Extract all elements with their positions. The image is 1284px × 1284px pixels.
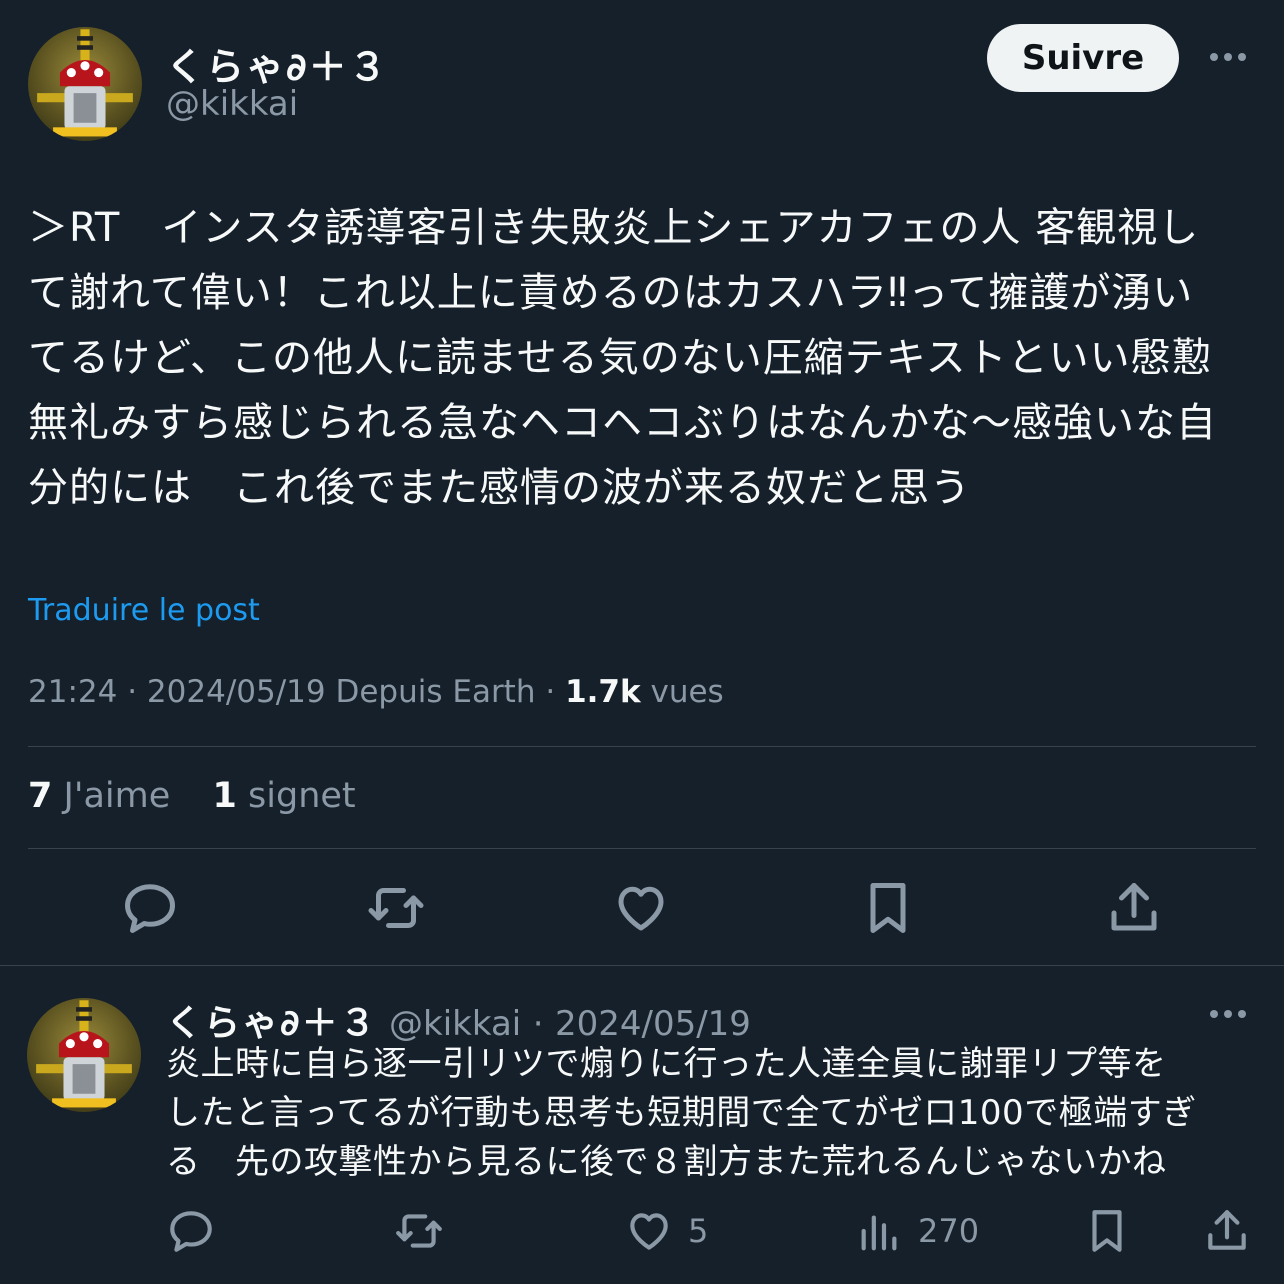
post-source: Depuis Earth	[335, 674, 536, 710]
reply-like-icon[interactable]	[624, 1206, 674, 1256]
more-icon[interactable]	[1210, 53, 1246, 61]
reply-more-icon[interactable]	[1210, 1010, 1246, 1018]
reply-author-handle[interactable]: @kikkai	[389, 1004, 521, 1044]
reply-text: 炎上時に自ら逐一引リツで煽りに行った人達全員に謝罪リプ等を したと言ってるが行動…	[166, 1040, 1276, 1187]
reply-text-line: る 先の攻撃性から見るに後で８割方また荒れるんじゃないかね	[166, 1142, 1167, 1182]
reply-date[interactable]: 2024/05/19	[555, 1004, 751, 1044]
reply-views-count: 270	[918, 1212, 980, 1250]
reply-avatar[interactable]	[27, 998, 141, 1112]
reply-bookmark-icon[interactable]	[1082, 1206, 1132, 1256]
divider	[0, 965, 1284, 966]
views-icon[interactable]	[856, 1206, 902, 1256]
reply-text-line: したと言ってるが行動も思考も短期間で全てがゼロ100で極端すぎ	[166, 1093, 1197, 1133]
reply-author-name[interactable]: くらゃ∂＋３	[166, 1003, 378, 1044]
bookmarks-label: signet	[248, 776, 356, 816]
post-text-line: 無礼みすら感じられる急なヘコヘコぶりはなんかな〜感強いな自	[28, 400, 1217, 446]
reply-reply-icon[interactable]	[166, 1206, 216, 1256]
post-text-line: てるけど、この他人に読ませる気のない圧縮テキストといい慇懃	[28, 335, 1213, 381]
reply-icon[interactable]	[120, 878, 180, 938]
bookmarks-stat[interactable]: 1 signet	[213, 776, 356, 816]
reply-retweet-icon[interactable]	[392, 1206, 446, 1256]
post-text-line: ＞RT インスタ誘導客引き失敗炎上シェアカフェの人 客観視し	[28, 205, 1200, 251]
likes-count: 7	[28, 776, 53, 816]
reply-text-line: 炎上時に自ら逐一引リツで煽りに行った人達全員に謝罪リプ等を	[166, 1044, 1167, 1084]
author-handle[interactable]: @kikkai	[166, 84, 298, 124]
views-count: 1.7k	[565, 674, 641, 710]
post-text-line: 分的には これ後でまた感情の波が来る奴だと思う	[28, 465, 971, 511]
translate-link[interactable]: Traduire le post	[28, 593, 260, 628]
post-meta: 21:24 · 2024/05/19 Depuis Earth · 1.7k v…	[28, 674, 724, 710]
post-text-line: て謝れて偉い！これ以上に責めるのはカスハラ‼って擁護が湧い	[28, 270, 1194, 316]
reply-like-count: 5	[688, 1212, 709, 1250]
post-time[interactable]: 21:24	[28, 674, 117, 710]
author-name[interactable]: くらゃ∂＋３	[166, 36, 389, 91]
divider	[28, 848, 1256, 849]
views-label: vues	[650, 674, 724, 710]
follow-button[interactable]: Suivre	[987, 24, 1179, 92]
post-stats: 7 J'aime 1 signet	[28, 776, 356, 816]
divider	[28, 746, 1256, 747]
reply-share-icon[interactable]	[1202, 1206, 1252, 1256]
like-icon[interactable]	[611, 878, 671, 938]
author-avatar[interactable]	[28, 27, 142, 141]
retweet-icon[interactable]	[364, 878, 428, 938]
reply-header: くらゃ∂＋３ @kikkai · 2024/05/19	[166, 1003, 751, 1044]
likes-label: J'aime	[63, 776, 171, 816]
post-text: ＞RT インスタ誘導客引き失敗炎上シェアカフェの人 客観視し て謝れて偉い！これ…	[28, 196, 1268, 521]
share-icon[interactable]	[1104, 878, 1164, 938]
post-date[interactable]: 2024/05/19	[147, 674, 326, 710]
bookmarks-count: 1	[212, 776, 237, 816]
likes-stat[interactable]: 7 J'aime	[28, 776, 170, 816]
bookmark-icon[interactable]	[858, 878, 918, 938]
